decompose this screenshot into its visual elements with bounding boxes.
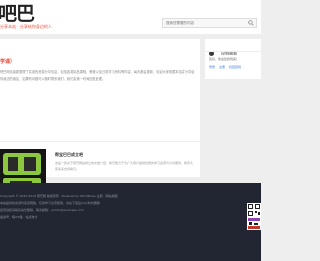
forgot-password-link[interactable]: 找回密码 [229,65,241,69]
article-title[interactable]: 帮宝巴巴成立吧 [55,152,83,158]
article-excerpt: 这是一篇关于吧巴网站成立的文章介绍，我们致力于为广大用户提供优质的学习资源与分享… [55,161,194,171]
site-slogan: 分享本站 · 分享给你身边的人 [0,24,52,29]
register-link[interactable]: 注册 [219,65,225,69]
site-footer: Copyright © 2015-2019 吧巴网 版权所有 · Powered… [0,183,261,261]
footer-info: Copyright © 2015-2019 吧巴网 版权所有 · Powered… [0,193,220,221]
qr-code-icon [247,203,261,230]
panel-divider [205,51,261,52]
content-divider [0,141,200,142]
control-panel-header: 控制面板 [209,43,237,56]
control-panel: 控制面板 您好，欢迎您的到来！ 登录 注册 找回密码 [205,39,261,79]
account-links: 登录 注册 找回密码 [209,65,244,69]
welcome-message: 您好，欢迎您的到来！ [209,57,240,61]
search-icon[interactable] [248,20,254,26]
site-header: 吧巴 分享本站 · 分享给你身边的人 [0,0,261,34]
qr-code [247,203,261,230]
footer-line: 备案号：皖ICP备 · 站点统计 [0,215,38,219]
post-title[interactable]: 学课） [0,58,15,65]
login-link[interactable]: 登录 [209,65,215,69]
search-input[interactable] [163,19,245,27]
post-excerpt: 吧巴网站最新整理了实用的资源分享信息，包括各类精品课程、教程以及日常学习资料等内… [0,70,195,81]
footer-line: 如有侵权请联系站长删除，联系邮箱：admin@example.com [0,208,84,212]
footer-line: 本站提供的资源均来自网络，仅供学习交流使用，请在下载后24小时内删除 [0,201,100,205]
site-logo[interactable]: 吧巴 [0,4,35,24]
main-content: 学课） 吧巴网站最新整理了实用的资源分享信息，包括各类精品课程、教程以及日常学习… [0,39,200,210]
search-box [162,18,257,28]
footer-line: Copyright © 2015-2019 吧巴网 版权所有 · Powered… [0,194,118,198]
